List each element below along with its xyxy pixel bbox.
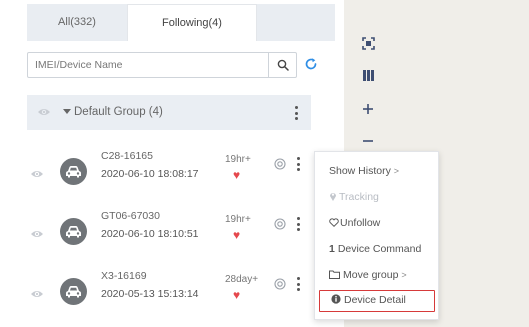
- menu-item-unfollow[interactable]: Unfollow: [315, 212, 438, 234]
- zoom-in-icon: [363, 104, 373, 114]
- menu-item-device-detail[interactable]: Device Detail: [319, 290, 435, 312]
- device-name: C28-16165: [101, 150, 153, 162]
- menu-item-label: Unfollow: [340, 217, 381, 229]
- fullscreen-button[interactable]: [357, 32, 379, 54]
- group-label: Default Group (4): [63, 95, 163, 130]
- heart-icon[interactable]: ♥: [233, 169, 240, 181]
- menu-item-label: Tracking: [339, 191, 379, 203]
- group-more-options-icon[interactable]: [294, 105, 300, 121]
- tab-all[interactable]: All(332): [27, 4, 127, 41]
- caret-down-icon: [63, 109, 71, 114]
- menu-item-tracking[interactable]: Tracking: [315, 186, 438, 208]
- menu-item-label: Show History: [329, 165, 391, 177]
- car-avatar-icon: [60, 278, 87, 305]
- group-header-default[interactable]: Default Group (4): [27, 95, 311, 130]
- heart-icon[interactable]: ♥: [233, 289, 240, 301]
- device-context-menu: Show History > Tracking Unfollow 1 Device…: [314, 151, 439, 320]
- heart-icon[interactable]: ♥: [233, 229, 240, 241]
- search-icon: [277, 59, 289, 71]
- device-duration: 28day+: [225, 274, 259, 285]
- map-pin-icon: [330, 193, 336, 201]
- tab-following[interactable]: Following(4): [127, 4, 257, 41]
- search-box: [27, 52, 297, 78]
- heart-outline-icon: [329, 218, 339, 227]
- chevron-right-icon: >: [393, 166, 400, 176]
- menu-item-show-history[interactable]: Show History >: [315, 160, 438, 182]
- device-name: GT06-67030: [101, 210, 160, 222]
- search-button[interactable]: [268, 53, 296, 77]
- device-row[interactable]: C28-16165 2020-06-10 18:08:17 19hr+ ♥: [27, 146, 311, 204]
- chevron-right-icon: >: [401, 270, 407, 280]
- eye-icon[interactable]: [30, 288, 44, 300]
- device-duration: 19hr+: [225, 214, 251, 225]
- eye-icon[interactable]: [37, 106, 51, 118]
- folder-icon: [329, 270, 340, 279]
- layers-icon: [362, 69, 374, 81]
- group-name: Default Group (4): [74, 106, 163, 118]
- more-options-icon[interactable]: [296, 276, 302, 292]
- info-icon: [331, 294, 341, 304]
- menu-item-label: Device Command: [337, 243, 422, 255]
- device-timestamp: 2020-06-10 18:08:17: [101, 168, 199, 180]
- eye-icon[interactable]: [30, 168, 44, 180]
- device-row[interactable]: X3-16169 2020-05-13 15:13:14 28day+ ♥: [27, 266, 311, 324]
- more-options-icon[interactable]: [296, 216, 302, 232]
- search-input[interactable]: [28, 53, 268, 77]
- zoom-out-button[interactable]: [357, 130, 379, 152]
- layers-button[interactable]: [357, 64, 379, 86]
- device-timestamp: 2020-05-13 15:13:14: [101, 288, 199, 300]
- zoom-in-button[interactable]: [357, 98, 379, 120]
- menu-item-device-command[interactable]: 1 Device Command: [315, 238, 438, 260]
- refresh-button[interactable]: [302, 55, 320, 73]
- menu-item-label: Device Detail: [344, 294, 406, 306]
- zoom-out-icon: [363, 140, 373, 142]
- device-row[interactable]: GT06-67030 2020-06-10 18:10:51 19hr+ ♥: [27, 206, 311, 264]
- car-avatar-icon: [60, 158, 87, 185]
- fullscreen-icon: [361, 36, 375, 50]
- device-duration: 19hr+: [225, 154, 251, 165]
- eye-icon[interactable]: [30, 228, 44, 240]
- target-icon[interactable]: [274, 218, 286, 230]
- command-icon: 1: [329, 243, 335, 255]
- tab-bar: All(332) Following(4): [27, 4, 335, 41]
- menu-item-move-group[interactable]: Move group >: [315, 264, 438, 286]
- refresh-icon: [305, 58, 317, 70]
- more-options-icon[interactable]: [296, 156, 302, 172]
- target-icon[interactable]: [274, 158, 286, 170]
- device-timestamp: 2020-06-10 18:10:51: [101, 228, 199, 240]
- car-avatar-icon: [60, 218, 87, 245]
- device-name: X3-16169: [101, 270, 147, 282]
- target-icon[interactable]: [274, 278, 286, 290]
- menu-item-label: Move group: [343, 269, 399, 281]
- device-list-panel: All(332) Following(4) Default Group (4): [0, 0, 340, 327]
